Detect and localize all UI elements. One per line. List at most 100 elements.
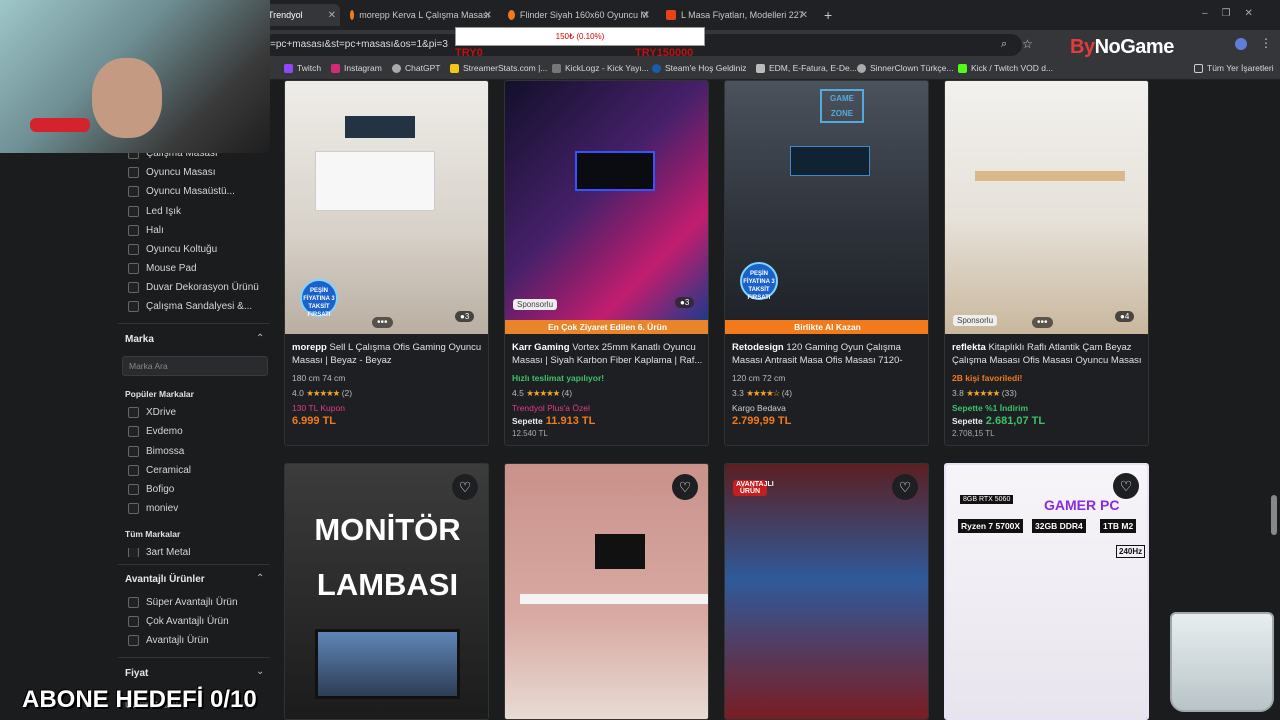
checkbox[interactable] [128,282,139,293]
brand-moniev[interactable]: moniev [128,503,178,514]
bookmark-streamerstats[interactable]: StreamerStats.com |... [450,63,547,73]
product-image[interactable] [945,81,1148,334]
filter-oyuncu-masaustu[interactable]: Oyuncu Masaüstü... [128,186,235,197]
checkbox[interactable] [128,597,139,608]
bookmark-kicklogz[interactable]: KickLogz - Kick Yayı... [552,63,649,73]
product-image[interactable] [725,464,928,719]
checkbox[interactable] [128,446,139,457]
campaign-badge: PEŞİN FİYATINA 3 TAKSİT FIRSATI [740,262,778,301]
product-title[interactable]: reflekta Kitaplıklı Raflı Atlantik Çam B… [952,341,1144,367]
product-price: Sepette 11.913 TL [512,415,596,427]
heart-icon[interactable]: ♡ [892,474,918,500]
chevron-up-icon[interactable]: ⌃ [256,573,264,584]
product-card[interactable]: ♡ [504,463,709,720]
checkbox[interactable] [128,167,139,178]
close-icon[interactable]: ✕ [328,10,336,21]
filter-oyuncu-koltugu[interactable]: Oyuncu Koltuğu [128,244,217,255]
heart-icon[interactable]: ♡ [452,474,478,500]
checkbox[interactable] [128,616,139,627]
tab-morepp[interactable]: morepp Kerva L Çalışma Masası ✕ [344,4,496,26]
chevron-down-icon[interactable]: ⌄ [256,666,264,677]
monitor-shape [575,151,655,191]
brand-xdrive[interactable]: XDrive [128,407,176,418]
heart-icon[interactable]: ♡ [672,474,698,500]
menu-kebab-icon[interactable]: ⋮ [1260,36,1272,50]
chevron-up-icon[interactable]: ⌃ [256,333,264,344]
close-icon[interactable]: ✕ [800,10,808,21]
filter-mouse-pad[interactable]: Mouse Pad [128,263,197,274]
product-card[interactable]: GAME ZONE PEŞİN FİYATINA 3 TAKSİT FIRSAT… [724,80,929,446]
filter-super-avantajli[interactable]: Süper Avantajlı Ürün [128,597,238,608]
product-card[interactable]: Sponsorlu ●3 En Çok Ziyaret Edilen 6. Ür… [504,80,709,446]
filter-led-isik[interactable]: Led Işık [128,206,181,217]
campaign-badge: PEŞİN FİYATINA 3 TAKSİT FIRSATI [300,279,338,318]
checkbox[interactable] [128,206,139,217]
checkbox[interactable] [128,465,139,476]
checkbox[interactable] [128,426,139,437]
marka-section-title[interactable]: Marka [125,334,154,345]
marka-search-input[interactable]: Marka Ara [122,356,268,376]
filter-hali[interactable]: Halı [128,225,164,236]
product-title[interactable]: morepp Sell L Çalışma Ofis Gaming Oyuncu… [292,341,484,367]
window-controls[interactable]: –❐✕ [1202,8,1267,19]
bookmark-all[interactable]: Tüm Yer İşaretleri [1194,63,1274,73]
brand-evdemo[interactable]: Evdemo [128,426,183,437]
spec-refresh: 240Hz [1116,545,1146,558]
filter-avantajli[interactable]: Avantajlı Ürün [128,635,209,646]
filter-calisma-sandalyesi[interactable]: Çalışma Sandalyesi &... [128,301,252,312]
filter-oyuncu-masasi[interactable]: Oyuncu Masası [128,167,215,178]
checkbox[interactable] [128,301,139,312]
bookmark-twitch[interactable]: Twitch [284,63,321,73]
bookmark-instagram[interactable]: Instagram [331,63,382,73]
brand-ceramical[interactable]: Ceramical [128,465,191,476]
checkbox[interactable] [128,407,139,418]
bookmark-star-icon[interactable]: ☆ [1022,37,1033,51]
product-card[interactable]: AVANTAJLI ÜRÜN ♡ [724,463,929,720]
color-count-badge: ●3 [455,311,475,322]
filter-duvar-dekorasyon[interactable]: Duvar Dekorasyon Ürünü [128,282,259,293]
product-card[interactable]: 8GB RTX 5060 GAMER PC Ryzen 7 5700X 32GB… [944,463,1149,720]
page-scrollbar[interactable] [1271,495,1277,535]
product-image[interactable]: MONİTÖR LAMBASI [285,464,488,719]
product-image[interactable] [505,81,708,320]
tab-flinder[interactable]: Flinder Siyah 160x60 Oyuncu M ✕ [502,4,654,26]
brand-bimossa[interactable]: Bimossa [128,446,184,457]
checkbox[interactable] [128,244,139,255]
avantajli-section-title[interactable]: Avantajlı Ürünler [125,574,205,585]
close-icon[interactable]: ✕ [642,10,650,21]
bookmark-chatgpt[interactable]: ChatGPT [392,63,440,73]
product-title[interactable]: Retodesign 120 Gaming Oyun Çalışma Masas… [732,341,924,367]
bookmark-sinnerclown[interactable]: SinnerClown Türkçe... [857,63,953,73]
filter-cok-avantajli[interactable]: Çok Avantajlı Ürün [128,616,229,627]
checkbox[interactable] [128,635,139,646]
new-tab-button[interactable]: + [818,4,840,26]
product-card[interactable]: MONİTÖR LAMBASI ♡ [284,463,489,720]
product-title[interactable]: Karr Gaming Vortex 25mm Kanatlı Oyuncu M… [512,341,704,367]
checkbox[interactable] [128,225,139,236]
profile-avatar[interactable] [1235,38,1247,50]
brand-bofigo[interactable]: Bofigo [128,484,174,495]
avantajli-urun-tag: AVANTAJLI ÜRÜN [733,480,774,496]
product-price: 6.999 TL [292,415,337,427]
checkbox[interactable] [128,263,139,274]
bookmark-steam[interactable]: Steam'e Hoş Geldiniz [652,63,746,73]
checkbox[interactable] [128,484,139,495]
product-card[interactable]: PEŞİN FİYATINA 3 TAKSİT FIRSATI ••• ●3 m… [284,80,489,446]
product-image[interactable]: 8GB RTX 5060 GAMER PC Ryzen 7 5700X 32GB… [946,465,1147,718]
bookmark-kick-vod[interactable]: Kick / Twitch VOD d... [958,63,1053,73]
product-image[interactable] [505,464,708,719]
checkbox[interactable] [128,503,139,514]
zoom-icon[interactable]: ⌕ [1001,38,1007,51]
checkbox[interactable] [128,548,139,557]
heart-icon[interactable]: ♡ [1113,473,1139,499]
brand-3art-metal[interactable]: 3art Metal [128,548,190,557]
close-icon[interactable]: ✕ [484,10,492,21]
bookmark-edm[interactable]: EDM, E-Fatura, E-De... [756,63,857,73]
fiyat-section-title[interactable]: Fiyat [125,668,148,679]
checkbox[interactable] [128,186,139,197]
tab-l-masa[interactable]: L Masa Fiyatları, Modelleri 227 ✕ [660,4,812,26]
tab-trendyol[interactable]: Trendyol ✕ [262,4,340,26]
product-rating: 4.0 ★★★★★ (2) [292,388,353,398]
product-card[interactable]: Sponsorlu ••• ●4 reflekta Kitaplıklı Raf… [944,80,1149,446]
gamer-pc-headline: GAMER PC [1044,497,1120,513]
